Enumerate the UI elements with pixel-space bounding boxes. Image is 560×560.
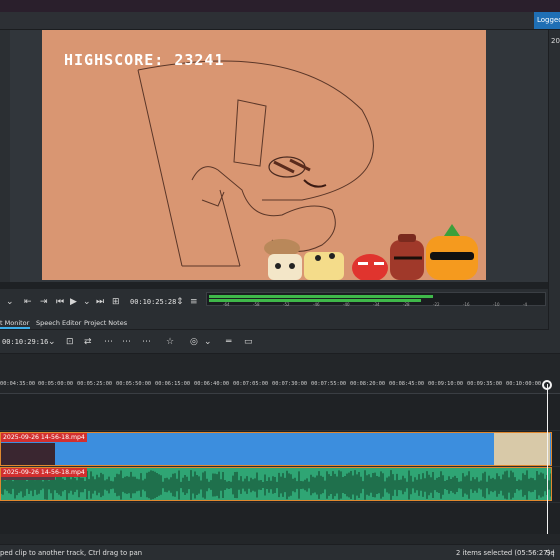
ruler-label: 00:07:05:00 xyxy=(233,381,269,387)
selection-info: 2 items selected (05:56:27) | xyxy=(456,549,555,557)
left-dock-strip xyxy=(0,30,10,282)
tab-project-monitor[interactable]: t Monitor xyxy=(0,317,30,329)
ruler-label: 00:06:15:00 xyxy=(155,381,191,387)
ruler-label: 00:05:25:00 xyxy=(77,381,113,387)
audio-clip-label: 2025-09-26 14-56-18.mp4 xyxy=(1,468,87,477)
characters-group xyxy=(264,224,478,280)
tab-project-notes[interactable]: Project Notes xyxy=(84,317,127,329)
timeline-ruler[interactable]: 00:04:35:00 00:05:00:00 00:05:25:00 00:0… xyxy=(0,374,560,394)
ruler-label: 00:05:00:00 xyxy=(38,381,74,387)
monitor-toggle-icon[interactable]: ▭ xyxy=(244,336,253,348)
logged-button[interactable]: Logged xyxy=(534,12,560,29)
insert-icon[interactable]: ⇄ xyxy=(84,336,92,348)
menu-icon[interactable]: ≡ xyxy=(190,296,198,308)
chevron-down-icon[interactable]: ⌄ xyxy=(6,296,14,308)
video-clip-label: 2025-09-26 14-56-18.mp4 xyxy=(1,433,87,442)
status-bar: ped clip to another track, Ctrl drag to … xyxy=(0,544,560,560)
overwrite-icon[interactable]: ⊡ xyxy=(66,336,74,348)
ruler-label: 00:07:30:00 xyxy=(272,381,308,387)
track-separator xyxy=(0,430,560,431)
marker-icon[interactable]: ◎ xyxy=(190,336,198,348)
clip-thumbnail-start xyxy=(1,443,55,465)
ruler-label: 00:09:35:00 xyxy=(467,381,503,387)
kdenlive-window: Logged xyxy=(0,0,560,560)
status-trailing: Se xyxy=(546,549,555,557)
trim-icon[interactable]: ⇤ xyxy=(24,296,32,308)
play-icon[interactable]: ▶ xyxy=(70,296,77,308)
ruler-label: 00:07:55:00 xyxy=(311,381,347,387)
track-separator xyxy=(0,502,560,503)
monitor-timecode[interactable]: 00:10:25:28 xyxy=(130,298,176,306)
dock-tabs: t Monitor Speech Editor Project Notes xyxy=(0,316,548,330)
monitor-seek-bar[interactable] xyxy=(0,282,548,289)
stepper-icon[interactable]: ⇕ xyxy=(176,296,184,308)
right-panel-number: 20 xyxy=(551,37,560,45)
lift-icon[interactable]: ⋯ xyxy=(104,336,113,348)
next-frame-icon[interactable]: ⏭ xyxy=(96,296,104,308)
timeline-timecode[interactable]: 00:10:29:16 xyxy=(2,338,48,346)
timeline-playhead[interactable] xyxy=(547,384,548,534)
audio-clip[interactable]: 2025-09-26 14-56-18.mp4 xyxy=(0,467,552,501)
split-icon[interactable]: ═ xyxy=(226,336,231,348)
status-message: ped clip to another track, Ctrl drag to … xyxy=(0,549,143,557)
chevron-down-icon[interactable]: ⌄ xyxy=(83,296,91,308)
tab-speech-editor[interactable]: Speech Editor xyxy=(36,317,81,329)
right-side-panel xyxy=(548,30,560,330)
ruler-label: 00:06:40:00 xyxy=(194,381,230,387)
prev-frame-icon[interactable]: ⏮ xyxy=(56,296,64,308)
window-title-bar xyxy=(0,0,560,12)
ruler-label: 00:08:45:00 xyxy=(389,381,425,387)
extract-icon[interactable]: ⋯ xyxy=(122,336,131,348)
ruler-label: 00:10:00:00 xyxy=(506,381,542,387)
ruler-label: 00:05:50:00 xyxy=(116,381,152,387)
star-icon[interactable]: ☆ xyxy=(166,336,174,348)
chevron-down-icon[interactable]: ⌄ xyxy=(48,336,56,348)
video-preview[interactable]: HIGHSCORE: 23241 xyxy=(42,30,486,280)
playhead-handle[interactable] xyxy=(542,380,552,390)
vu-bar-left xyxy=(209,295,433,298)
video-clip[interactable]: 2025-09-26 14-56-18.mp4 xyxy=(0,432,552,466)
chevron-down-icon[interactable]: ⌄ xyxy=(204,336,212,348)
in-point-icon[interactable]: ⇥ xyxy=(40,296,48,308)
ruler-label: 00:08:20:00 xyxy=(350,381,386,387)
audio-level-meter: -64 -58 -52 -46 -40 -34 -28 -22 -16 -10 … xyxy=(206,292,546,307)
zone-icon[interactable]: ⊞ xyxy=(112,296,120,308)
ruler-label: 00:09:10:00 xyxy=(428,381,464,387)
ruler-label: 00:04:35:00 xyxy=(0,381,36,387)
clip-thumbnail-end xyxy=(494,433,550,465)
effect-icon[interactable]: ⋯ xyxy=(142,336,151,348)
menu-bar xyxy=(0,12,560,30)
highscore-overlay: HIGHSCORE: 23241 xyxy=(64,51,225,69)
